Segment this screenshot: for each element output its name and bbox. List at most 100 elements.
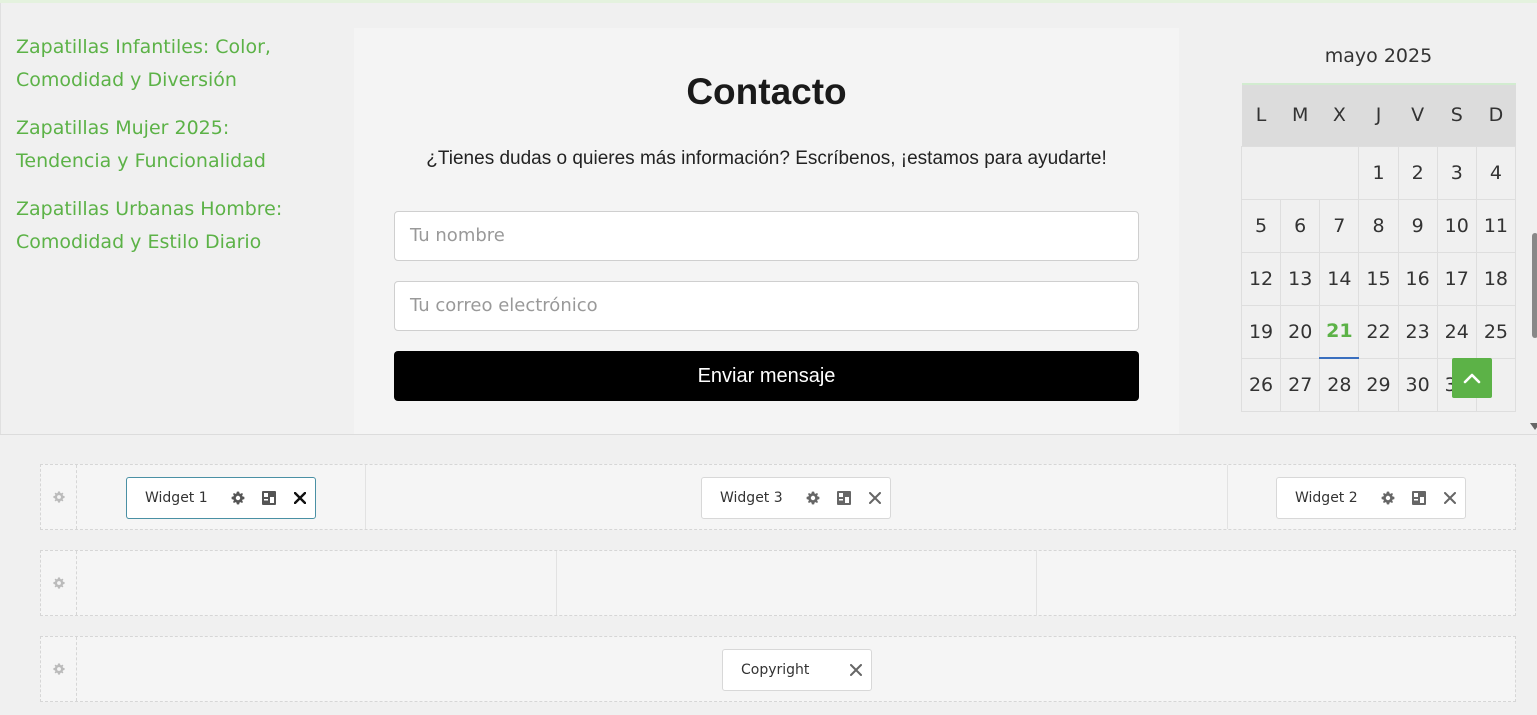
calendar-day: 27	[1280, 357, 1321, 412]
close-icon	[1443, 492, 1456, 504]
contact-title: Contacto	[686, 71, 847, 112]
calendar-day: 24	[1436, 304, 1477, 359]
widget-settings-button[interactable]	[798, 477, 829, 519]
calendar-day-empty	[1280, 145, 1320, 200]
calendar-day: 11	[1475, 198, 1517, 253]
calendar-day-today: 21	[1319, 304, 1360, 359]
scrollbar-thumb[interactable]	[1532, 233, 1537, 338]
widget-settings-button[interactable]	[1373, 477, 1404, 519]
calendar-day: 25	[1475, 304, 1517, 359]
row-settings-button[interactable]	[41, 551, 77, 615]
calendar-day: 19	[1240, 304, 1282, 359]
close-icon	[849, 664, 862, 676]
calendar-day: 13	[1280, 251, 1321, 306]
calendar-day: 10	[1436, 198, 1477, 253]
close-icon	[868, 492, 881, 504]
calendar-day: 16	[1397, 251, 1438, 306]
calendar-day-empty	[1240, 145, 1281, 200]
email-field[interactable]: Tu correo electrónico	[394, 281, 1139, 331]
post-link-mujer[interactable]: Zapatillas Mujer 2025: Tendencia y Funci…	[16, 112, 316, 178]
weekday-header: M	[1280, 83, 1320, 146]
calendar-day-empty	[1319, 145, 1359, 200]
weekday-header: V	[1398, 83, 1438, 146]
widget-settings-button[interactable]	[223, 477, 254, 519]
builder-row-top: Widget 1 Widget 3 Widget 2	[40, 464, 1516, 530]
row-settings-button[interactable]	[41, 637, 77, 701]
calendar-day: 18	[1475, 251, 1517, 306]
calendar-day: 6	[1280, 198, 1321, 253]
calendar-day: 30	[1397, 357, 1438, 412]
widget-label: Widget 1	[145, 490, 208, 506]
calendar-day: 2	[1397, 145, 1438, 200]
weekday-header: S	[1437, 83, 1477, 146]
widget-remove-button[interactable]	[859, 477, 890, 519]
post-link-line: Zapatillas Mujer 2025:	[16, 117, 230, 139]
calendar-day: 20	[1280, 304, 1321, 359]
footer-builder: Widget 1 Widget 3 Widget 2 Copyright	[0, 434, 1537, 715]
calendar-caption: mayo 2025	[1324, 45, 1433, 67]
copyright-widget-item[interactable]: Copyright	[722, 649, 872, 691]
calendar-day: 29	[1358, 357, 1399, 412]
post-link-infantiles[interactable]: Zapatillas Infantiles: Color, Comodidad …	[16, 31, 316, 97]
post-link-line: Comodidad y Estilo Diario	[16, 231, 262, 253]
calendar-day: 12	[1240, 251, 1282, 306]
builder-row-middle	[40, 550, 1516, 616]
widget-label: Widget 3	[720, 490, 783, 506]
widget-3-item[interactable]: Widget 3	[701, 477, 891, 519]
calendar-day: 1	[1358, 145, 1399, 200]
weekday-header: J	[1358, 83, 1399, 146]
calendar-day: 4	[1475, 145, 1517, 200]
layout-icon	[261, 491, 276, 505]
widget-label: Widget 2	[1295, 490, 1358, 506]
builder-column: Copyright	[77, 637, 1515, 701]
post-link-hombre[interactable]: Zapatillas Urbanas Hombre: Comodidad y E…	[16, 193, 316, 259]
builder-column[interactable]	[77, 551, 557, 615]
calendar-day: 28	[1319, 357, 1360, 412]
widget-layout-button[interactable]	[828, 477, 859, 519]
post-link-line: Comodidad y Diversión	[16, 69, 237, 91]
calendar-day: 9	[1397, 198, 1438, 253]
calendar-day: 14	[1319, 251, 1360, 306]
send-message-button[interactable]: Enviar mensaje	[394, 351, 1139, 401]
gear-icon	[52, 663, 65, 675]
widget-label: Copyright	[741, 662, 810, 678]
post-link-line: Zapatillas Urbanas Hombre:	[16, 198, 283, 220]
layout-icon	[1411, 491, 1426, 505]
widget-1-item[interactable]: Widget 1	[126, 477, 316, 519]
widget-layout-button[interactable]	[1403, 477, 1434, 519]
gear-icon	[52, 577, 65, 589]
name-field[interactable]: Tu nombre	[394, 211, 1139, 261]
weekday-header: X	[1319, 83, 1359, 146]
widget-2-item[interactable]: Widget 2	[1276, 477, 1466, 519]
calendar-day: 7	[1319, 198, 1360, 253]
builder-row-bottom: Copyright	[40, 636, 1516, 702]
calendar-day: 23	[1397, 304, 1438, 359]
calendar-widget: mayo 2025 L M X J V S D 1 2 3 4 5 6 7 8 …	[1240, 43, 1517, 412]
scroll-to-top-button[interactable]	[1452, 358, 1492, 398]
chevron-up-icon	[1463, 373, 1481, 384]
scroll-down-arrow[interactable]	[1530, 423, 1537, 430]
site-preview: Zapatillas Infantiles: Color, Comodidad …	[0, 3, 1537, 434]
calendar-day: 26	[1240, 357, 1282, 412]
gear-icon	[1381, 491, 1395, 505]
weekday-header: L	[1241, 83, 1281, 146]
gear-icon	[52, 491, 65, 503]
close-icon	[293, 492, 306, 504]
builder-column[interactable]	[557, 551, 1037, 615]
layout-icon	[836, 491, 851, 505]
builder-column: Widget 3	[366, 465, 1228, 529]
weekday-header: D	[1476, 83, 1516, 146]
builder-column: Widget 2	[1228, 465, 1515, 529]
calendar-day: 8	[1358, 198, 1399, 253]
gear-icon	[231, 491, 245, 505]
recent-posts: Zapatillas Infantiles: Color, Comodidad …	[16, 31, 316, 274]
widget-remove-button[interactable]	[1434, 477, 1465, 519]
widget-layout-button[interactable]	[253, 477, 284, 519]
row-settings-button[interactable]	[41, 465, 77, 529]
widget-remove-button[interactable]	[840, 649, 871, 691]
gear-icon	[806, 491, 820, 505]
calendar-day: 15	[1358, 251, 1399, 306]
widget-remove-button[interactable]	[284, 477, 315, 519]
builder-column[interactable]	[1037, 551, 1515, 615]
calendar-day: 5	[1240, 198, 1282, 253]
